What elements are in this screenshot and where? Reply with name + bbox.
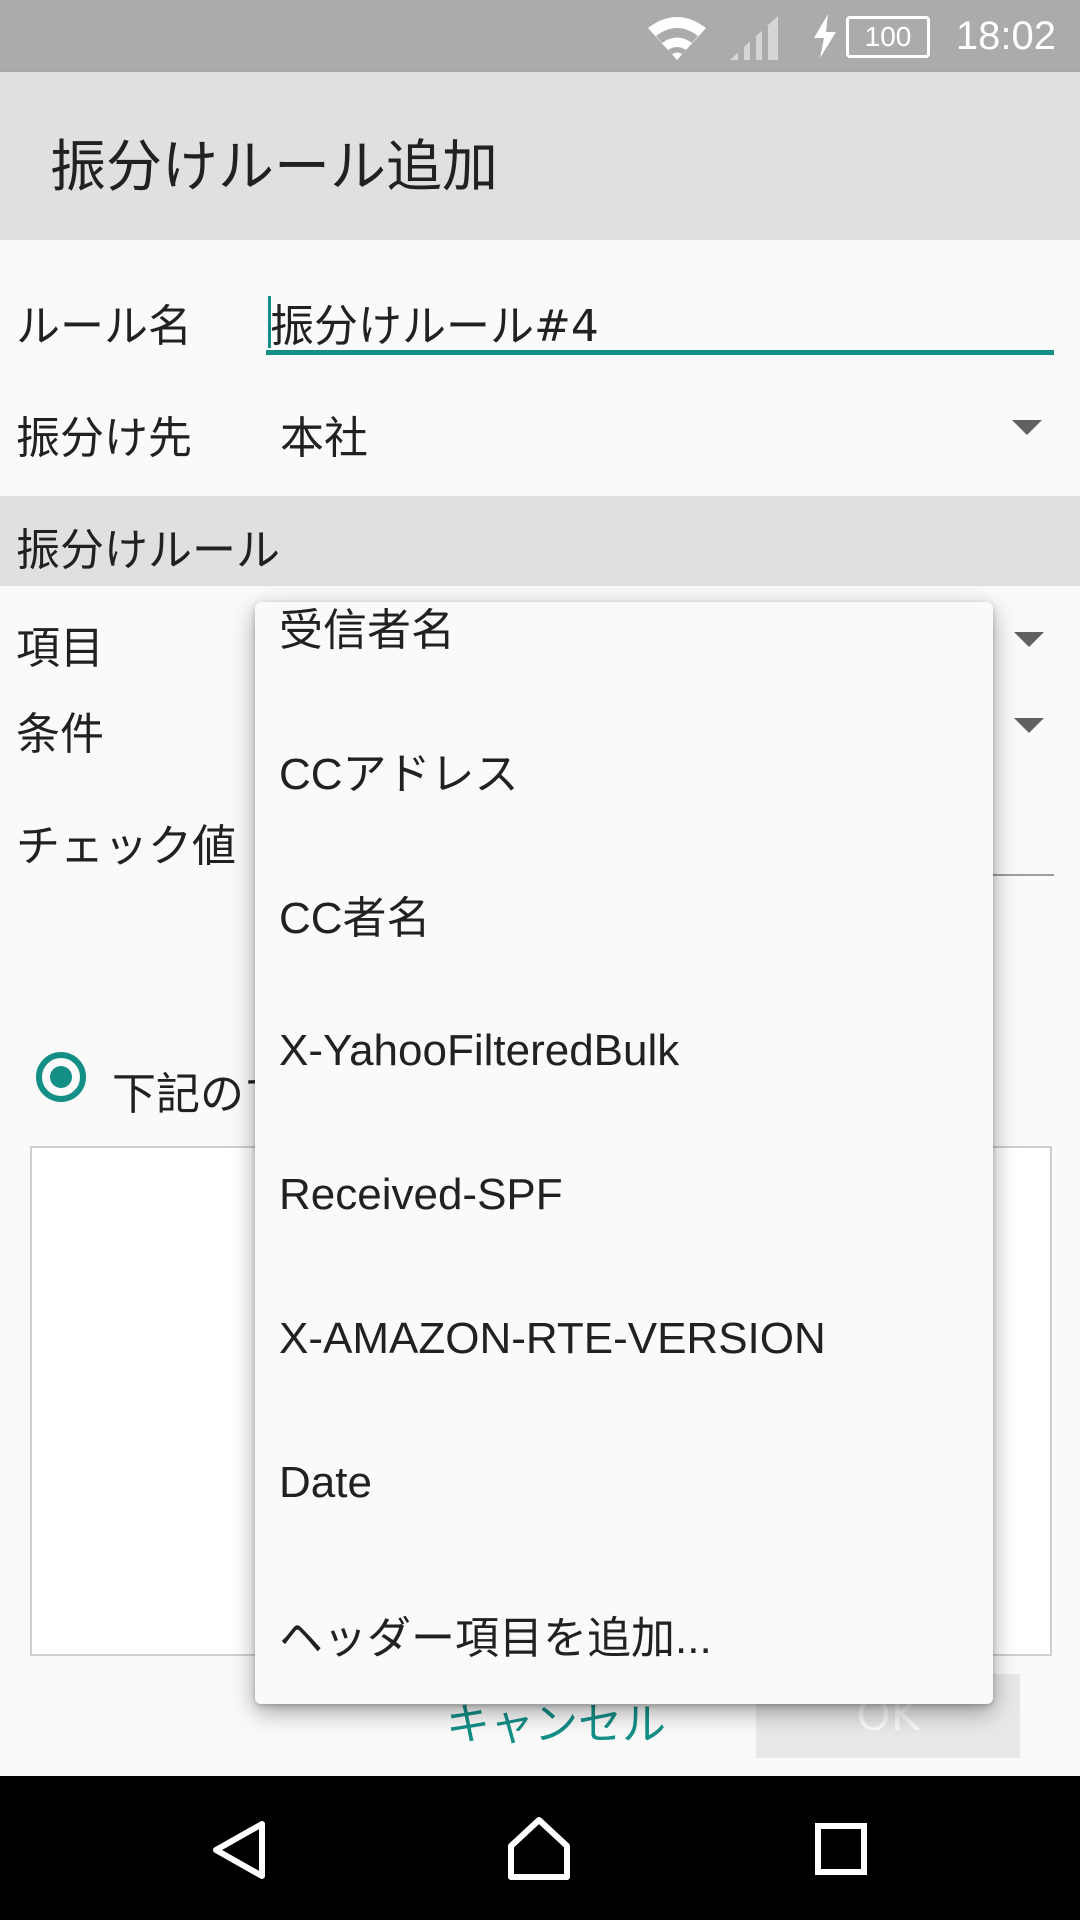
rule-name-input[interactable]: 振分けルール#4 (266, 270, 1054, 360)
status-time: 18:02 (955, 14, 1056, 58)
dropdown-item[interactable]: X-YahooFilteredBulk (279, 1026, 679, 1076)
dropdown-item[interactable]: X-AMAZON-RTE-VERSION (279, 1314, 826, 1364)
wifi-icon (648, 17, 706, 60)
condition-chevron-down-icon[interactable] (1014, 718, 1044, 733)
field-label: 項目 (16, 623, 104, 674)
condition-label: 条件 (16, 709, 104, 760)
field-chevron-down-icon[interactable] (1014, 632, 1044, 647)
section-title: 振分けルール (16, 525, 280, 576)
app-bar: 振分けルール追加 (0, 72, 1080, 240)
rules-section-header: 振分けルール (0, 496, 1080, 586)
navigation-bar (0, 1776, 1080, 1920)
rule-name-underline (266, 350, 1054, 355)
chevron-down-icon (1012, 420, 1042, 435)
destination-spinner[interactable]: 本社 (266, 380, 1066, 470)
dropdown-item[interactable]: CCアドレス (279, 738, 519, 802)
dropdown-item[interactable]: Received-SPF (279, 1170, 563, 1220)
charging-icon (814, 14, 836, 58)
battery-level: 100 (864, 21, 912, 52)
dropdown-item[interactable]: ヘッダー項目を追加... (279, 1602, 712, 1666)
rule-name-label: ルール名 (16, 301, 192, 352)
check-value-label: チェック値 (16, 821, 236, 872)
destination-label: 振分け先 (16, 413, 192, 464)
home-icon[interactable] (506, 1816, 572, 1882)
destination-value: 本社 (280, 413, 368, 464)
battery-icon: 100 (846, 16, 930, 58)
radio-button[interactable] (36, 1052, 86, 1102)
dropdown-item[interactable]: Date (279, 1458, 372, 1508)
dropdown-item[interactable]: 受信者名 (279, 602, 455, 658)
dropdown-item[interactable]: CC者名 (279, 882, 431, 946)
status-bar: 100 18:02 (0, 0, 1080, 72)
signal-icon (730, 16, 778, 60)
page-title: 振分けルール追加 (50, 135, 498, 200)
back-icon[interactable] (210, 1820, 270, 1880)
rule-name-value: 振分けルール#4 (270, 301, 599, 352)
recents-icon[interactable] (814, 1822, 868, 1876)
dropdown-menu: 受信者名 CCアドレス CC者名 X-YahooFilteredBulk Rec… (255, 602, 993, 1704)
